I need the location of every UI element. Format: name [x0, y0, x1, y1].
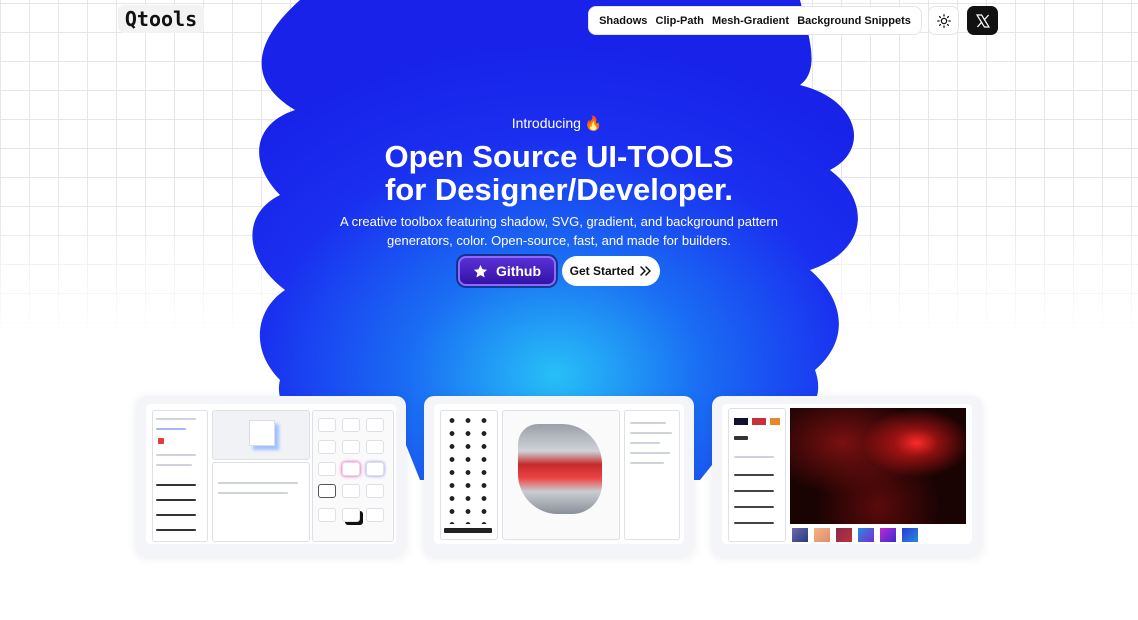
x-social-button[interactable]: [967, 6, 998, 35]
nav-link-background-snippets[interactable]: Background Snippets: [797, 15, 911, 27]
clip-path-editor-preview: [434, 404, 684, 544]
preview-card-mesh-gradient[interactable]: [712, 396, 982, 556]
hero-title-line1: Open Source UI-TOOLS: [384, 139, 734, 174]
mesh-gradient-preview: [722, 404, 972, 544]
get-started-label: Get Started: [569, 264, 635, 278]
shadow-generator-preview: [146, 404, 396, 544]
intro-badge: Introducing 🔥: [511, 114, 603, 131]
hero-subtitle: A creative toolbox featuring shadow, SVG…: [320, 212, 798, 250]
github-button[interactable]: Github: [458, 256, 556, 286]
github-button-label: Github: [495, 263, 542, 279]
double-chevron-right-icon: [640, 266, 652, 276]
gradient-canvas: [790, 408, 966, 524]
preview-card-shadows[interactable]: [136, 396, 406, 556]
nav-link-mesh-gradient[interactable]: Mesh-Gradient: [712, 15, 789, 27]
code-panel: [212, 462, 310, 542]
theme-toggle-button[interactable]: [928, 6, 959, 35]
sun-icon: [936, 13, 951, 28]
code-panel: [624, 410, 680, 540]
hero-title-line2: for Designer/Developer.: [384, 172, 733, 207]
x-logo-icon: [975, 13, 990, 28]
star-icon: [473, 264, 487, 277]
hero-title: Open Source UI-TOOLS for Designer/Develo…: [300, 140, 818, 206]
preview-card-clip-path[interactable]: [424, 396, 694, 556]
nav-link-shadows[interactable]: Shadows: [599, 15, 647, 27]
nav-link-clip-path[interactable]: Clip-Path: [656, 15, 704, 27]
get-started-button[interactable]: Get Started: [562, 256, 660, 286]
hero-subtitle-line2: generators, color. Open-source, fast, an…: [387, 233, 731, 248]
hero-subtitle-line1: A creative toolbox featuring shadow, SVG…: [340, 214, 778, 229]
top-nav: Shadows Clip-Path Mesh-Gradient Backgrou…: [588, 6, 922, 35]
logo[interactable]: Qtools: [118, 5, 204, 33]
